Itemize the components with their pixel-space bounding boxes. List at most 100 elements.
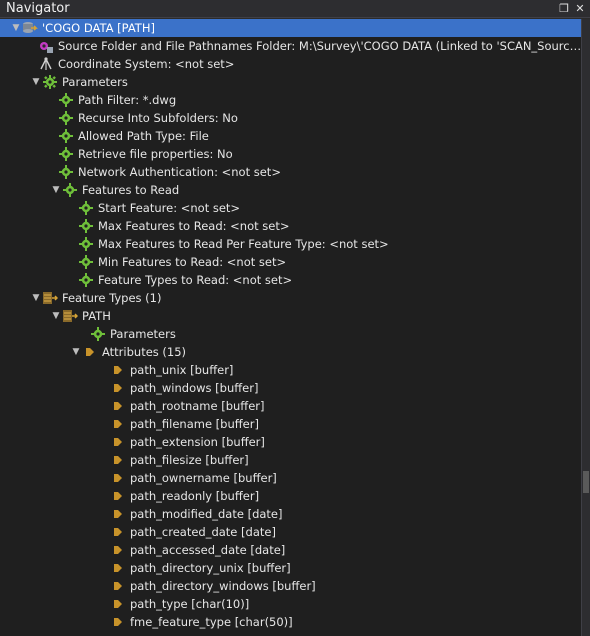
feature-type-icon: [62, 308, 78, 324]
title-controls: ❐ ✕: [558, 2, 586, 15]
attribute-item[interactable]: path_modified_date [date]: [0, 505, 582, 523]
attribute-label: path_type [char(10)]: [130, 597, 250, 611]
parameter-label: Max Features to Read: <not set>: [98, 219, 290, 233]
attribute-item[interactable]: path_rootname [buffer]: [0, 397, 582, 415]
attribute-label: path_windows [buffer]: [130, 381, 259, 395]
collapse-toggle-icon[interactable]: ▼: [50, 310, 62, 322]
parameter-label: Allowed Path Type: File: [78, 129, 209, 143]
attribute-label: path_filesize [buffer]: [130, 453, 249, 467]
parameter-item[interactable]: Min Features to Read: <not set>: [0, 253, 582, 271]
parameter-label: Start Feature: <not set>: [98, 201, 241, 215]
attribute-item[interactable]: path_windows [buffer]: [0, 379, 582, 397]
scrollbar-thumb[interactable]: [583, 471, 589, 493]
attribute-item[interactable]: path_filesize [buffer]: [0, 451, 582, 469]
attribute-arrow-icon: [110, 596, 126, 612]
gear-icon: [62, 182, 78, 198]
parameter-item[interactable]: Network Authentication: <not set>: [0, 163, 582, 181]
attribute-arrow-icon: [110, 470, 126, 486]
attribute-label: path_accessed_date [date]: [130, 543, 286, 557]
feature-type-path-node[interactable]: ▼ PATH: [0, 307, 582, 325]
attribute-arrow-icon: [110, 398, 126, 414]
parameter-item[interactable]: Start Feature: <not set>: [0, 199, 582, 217]
features-to-read-node[interactable]: ▼ Features to Read: [0, 181, 582, 199]
attribute-arrow-icon: [82, 344, 98, 360]
coordinate-system-item[interactable]: Coordinate System: <not set>: [0, 55, 582, 73]
parameter-label: Feature Types to Read: <not set>: [98, 273, 293, 287]
attribute-item[interactable]: path_created_date [date]: [0, 523, 582, 541]
source-folder-icon: [38, 38, 54, 54]
attribute-label: path_directory_unix [buffer]: [130, 561, 291, 575]
parameter-item[interactable]: Recurse Into Subfolders: No: [0, 109, 582, 127]
attribute-arrow-icon: [110, 578, 126, 594]
parameters-label: Parameters: [62, 75, 128, 89]
gear-icon: [78, 272, 94, 288]
attribute-item[interactable]: path_directory_unix [buffer]: [0, 559, 582, 577]
coordinate-system-label: Coordinate System: <not set>: [58, 57, 235, 71]
attribute-item[interactable]: path_type [char(10)]: [0, 595, 582, 613]
attribute-item[interactable]: path_extension [buffer]: [0, 433, 582, 451]
attribute-item[interactable]: path_filename [buffer]: [0, 415, 582, 433]
parameter-label: Retrieve file properties: No: [78, 147, 233, 161]
restore-window-icon[interactable]: ❐: [558, 2, 570, 15]
parameter-label: Max Features to Read Per Feature Type: <…: [98, 237, 389, 251]
gear-icon: [78, 236, 94, 252]
collapse-toggle-icon[interactable]: ▼: [10, 22, 22, 34]
parameter-item[interactable]: Retrieve file properties: No: [0, 145, 582, 163]
parameter-item[interactable]: Max Features to Read Per Feature Type: <…: [0, 235, 582, 253]
attribute-item[interactable]: path_directory_windows [buffer]: [0, 577, 582, 595]
attribute-item[interactable]: path_readonly [buffer]: [0, 487, 582, 505]
close-icon[interactable]: ✕: [574, 2, 586, 15]
attribute-label: path_ownername [buffer]: [130, 471, 277, 485]
attribute-label: path_unix [buffer]: [130, 363, 234, 377]
panel-title: Navigator: [6, 1, 70, 16]
attribute-item[interactable]: path_unix [buffer]: [0, 361, 582, 379]
attribute-arrow-icon: [110, 362, 126, 378]
gear-icon: [90, 326, 106, 342]
attribute-label: path_extension [buffer]: [130, 435, 265, 449]
tree-root-item[interactable]: ▼ 'COGO DATA [PATH]: [0, 19, 582, 37]
parameter-label: Path Filter: *.dwg: [78, 93, 177, 107]
attribute-arrow-icon: [110, 380, 126, 396]
feature-type-parameters-item[interactable]: Parameters: [0, 325, 582, 343]
parameter-label: Recurse Into Subfolders: No: [78, 111, 238, 125]
navigator-titlebar: Navigator ❐ ✕: [0, 0, 590, 18]
attribute-item[interactable]: path_accessed_date [date]: [0, 541, 582, 559]
attribute-item[interactable]: fme_feature_type [char(50)]: [0, 613, 582, 631]
coordinate-system-icon: [38, 56, 54, 72]
parameter-item[interactable]: Max Features to Read: <not set>: [0, 217, 582, 235]
parameter-item[interactable]: Feature Types to Read: <not set>: [0, 271, 582, 289]
attribute-arrow-icon: [110, 434, 126, 450]
attributes-node[interactable]: ▼ Attributes (15): [0, 343, 582, 361]
attribute-arrow-icon: [110, 416, 126, 432]
source-folder-item[interactable]: Source Folder and File Pathnames Folder:…: [0, 37, 582, 55]
gear-icon: [58, 92, 74, 108]
attribute-label: path_readonly [buffer]: [130, 489, 260, 503]
vertical-scrollbar[interactable]: [581, 19, 590, 636]
attribute-item[interactable]: path_ownername [buffer]: [0, 469, 582, 487]
attributes-label: Attributes (15): [102, 345, 187, 359]
attribute-arrow-icon: [110, 560, 126, 576]
collapse-toggle-icon[interactable]: ▼: [30, 292, 42, 304]
gear-icon: [78, 200, 94, 216]
parameter-item[interactable]: Allowed Path Type: File: [0, 127, 582, 145]
attribute-label: path_created_date [date]: [130, 525, 276, 539]
parameter-label: Network Authentication: <not set>: [78, 165, 281, 179]
attribute-label: path_directory_windows [buffer]: [130, 579, 316, 593]
database-icon: [22, 20, 38, 36]
parameter-label: Min Features to Read: <not set>: [98, 255, 287, 269]
navigator-panel: Navigator ❐ ✕ ▼ 'COGO DATA [PATH] Source…: [0, 0, 590, 636]
collapse-toggle-icon[interactable]: ▼: [70, 346, 82, 358]
feature-types-node[interactable]: ▼ Feature Types (1): [0, 289, 582, 307]
gear-icon: [42, 74, 58, 90]
gear-icon: [58, 110, 74, 126]
attribute-label: path_rootname [buffer]: [130, 399, 265, 413]
collapse-toggle-icon[interactable]: ▼: [50, 184, 62, 196]
parameters-node[interactable]: ▼ Parameters: [0, 73, 582, 91]
collapse-toggle-icon[interactable]: ▼: [30, 76, 42, 88]
attribute-arrow-icon: [110, 506, 126, 522]
navigator-tree: ▼ 'COGO DATA [PATH] Source Folder and Fi…: [0, 19, 582, 636]
feature-type-path-label: PATH: [82, 309, 111, 323]
feature-types-icon: [42, 290, 58, 306]
parameter-item[interactable]: Path Filter: *.dwg: [0, 91, 582, 109]
gear-icon: [58, 146, 74, 162]
